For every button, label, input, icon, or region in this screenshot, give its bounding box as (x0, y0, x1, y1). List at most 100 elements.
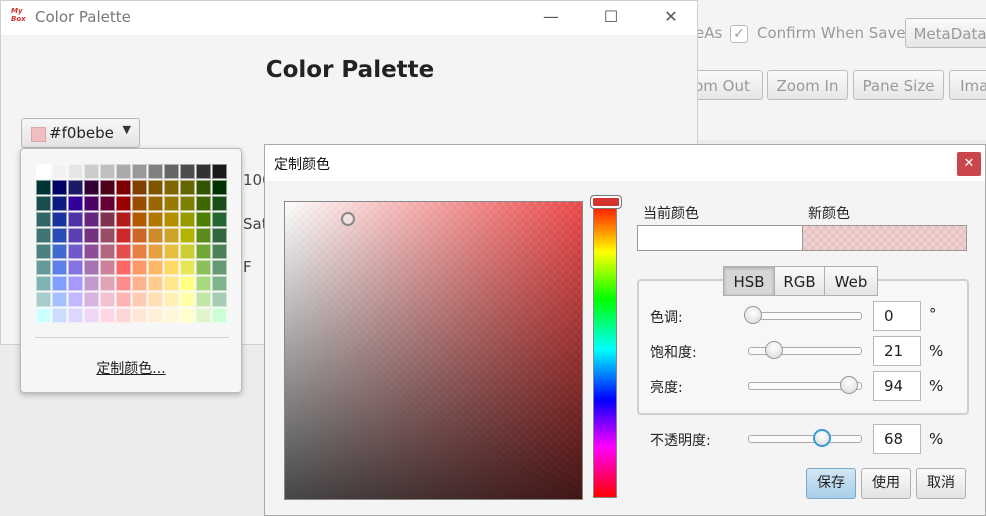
color-swatch[interactable] (148, 308, 163, 323)
color-swatch[interactable] (196, 228, 211, 243)
color-swatch[interactable] (116, 212, 131, 227)
color-swatch[interactable] (100, 276, 115, 291)
color-swatch[interactable] (132, 212, 147, 227)
color-swatch[interactable] (212, 260, 227, 275)
color-swatch[interactable] (36, 212, 51, 227)
color-swatch[interactable] (180, 260, 195, 275)
color-swatch[interactable] (100, 212, 115, 227)
color-swatch[interactable] (180, 292, 195, 307)
color-swatch[interactable] (68, 308, 83, 323)
pane-size-button[interactable]: Pane Size (853, 70, 944, 100)
minimize-icon[interactable]: — (538, 5, 564, 29)
picker-cursor[interactable] (341, 212, 355, 226)
color-swatch[interactable] (52, 180, 67, 195)
color-swatch[interactable] (68, 260, 83, 275)
color-swatch[interactable] (164, 292, 179, 307)
use-button[interactable]: 使用 (861, 468, 911, 499)
hue-bar[interactable] (593, 201, 617, 498)
color-swatch[interactable] (52, 276, 67, 291)
color-swatch[interactable] (180, 276, 195, 291)
hue-handle[interactable] (590, 195, 622, 209)
color-swatch[interactable] (132, 276, 147, 291)
hue-field[interactable]: 0 (873, 301, 921, 331)
color-swatch[interactable] (212, 196, 227, 211)
color-swatch[interactable] (84, 212, 99, 227)
color-swatch[interactable] (196, 212, 211, 227)
color-swatch[interactable] (132, 260, 147, 275)
color-swatch[interactable] (148, 212, 163, 227)
save-button[interactable]: 保存 (806, 468, 856, 499)
color-swatch[interactable] (84, 244, 99, 259)
color-swatch[interactable] (148, 292, 163, 307)
color-swatch[interactable] (196, 308, 211, 323)
color-swatch[interactable] (148, 164, 163, 179)
metadata-button[interactable]: MetaData (905, 18, 986, 48)
color-swatch[interactable] (84, 164, 99, 179)
tab-hsb[interactable]: HSB (723, 266, 775, 296)
saturation-field[interactable]: 21 (873, 336, 921, 366)
color-swatch[interactable] (68, 244, 83, 259)
color-swatch[interactable] (164, 196, 179, 211)
color-swatch[interactable] (132, 244, 147, 259)
hue-slider-thumb[interactable] (744, 306, 762, 324)
color-swatch[interactable] (100, 164, 115, 179)
saturation-brightness-picker[interactable] (284, 201, 583, 500)
color-swatch[interactable] (164, 244, 179, 259)
zoom-in-button[interactable]: Zoom In (767, 70, 848, 100)
color-swatch[interactable] (132, 228, 147, 243)
color-swatch[interactable] (68, 180, 83, 195)
color-swatch[interactable] (212, 276, 227, 291)
close-icon[interactable]: ✕ (658, 5, 684, 29)
color-swatch[interactable] (116, 308, 131, 323)
color-swatch[interactable] (52, 308, 67, 323)
color-swatch[interactable] (116, 244, 131, 259)
custom-color-link[interactable]: 定制颜色... (21, 358, 241, 378)
color-swatch[interactable] (116, 276, 131, 291)
color-swatch[interactable] (132, 292, 147, 307)
color-swatch[interactable] (148, 260, 163, 275)
color-swatch[interactable] (148, 180, 163, 195)
color-swatch[interactable] (36, 244, 51, 259)
color-swatch[interactable] (52, 244, 67, 259)
color-swatch[interactable] (116, 180, 131, 195)
color-swatch[interactable] (52, 260, 67, 275)
color-swatch[interactable] (68, 228, 83, 243)
color-swatch[interactable] (52, 228, 67, 243)
dialog-close-icon[interactable]: ✕ (957, 152, 981, 176)
color-swatch[interactable] (116, 228, 131, 243)
tab-web[interactable]: Web (824, 266, 878, 296)
color-swatch[interactable] (116, 260, 131, 275)
color-swatch[interactable] (68, 276, 83, 291)
color-swatch[interactable] (52, 212, 67, 227)
color-swatch[interactable] (132, 196, 147, 211)
color-swatch[interactable] (36, 260, 51, 275)
color-swatch[interactable] (52, 164, 67, 179)
color-swatch[interactable] (196, 292, 211, 307)
color-swatch[interactable] (116, 164, 131, 179)
cancel-button[interactable]: 取消 (916, 468, 966, 499)
color-swatch[interactable] (180, 212, 195, 227)
tab-rgb[interactable]: RGB (774, 266, 825, 296)
color-swatch[interactable] (212, 164, 227, 179)
color-swatch[interactable] (164, 260, 179, 275)
color-swatch[interactable] (212, 180, 227, 195)
color-swatch[interactable] (36, 292, 51, 307)
color-swatch[interactable] (164, 276, 179, 291)
color-swatch[interactable] (148, 244, 163, 259)
color-swatch[interactable] (84, 308, 99, 323)
color-swatch[interactable] (196, 180, 211, 195)
hue-slider[interactable] (748, 312, 862, 320)
color-swatch[interactable] (132, 180, 147, 195)
maximize-icon[interactable]: ☐ (598, 5, 624, 29)
color-swatch[interactable] (196, 260, 211, 275)
color-swatch[interactable] (84, 228, 99, 243)
color-swatch[interactable] (164, 164, 179, 179)
color-swatch[interactable] (148, 228, 163, 243)
color-swatch[interactable] (212, 244, 227, 259)
image-button[interactable]: Imag (949, 70, 986, 100)
color-swatch[interactable] (148, 276, 163, 291)
opacity-field[interactable]: 68 (873, 424, 921, 454)
color-swatch[interactable] (36, 180, 51, 195)
color-swatch[interactable] (196, 244, 211, 259)
color-swatch[interactable] (164, 212, 179, 227)
